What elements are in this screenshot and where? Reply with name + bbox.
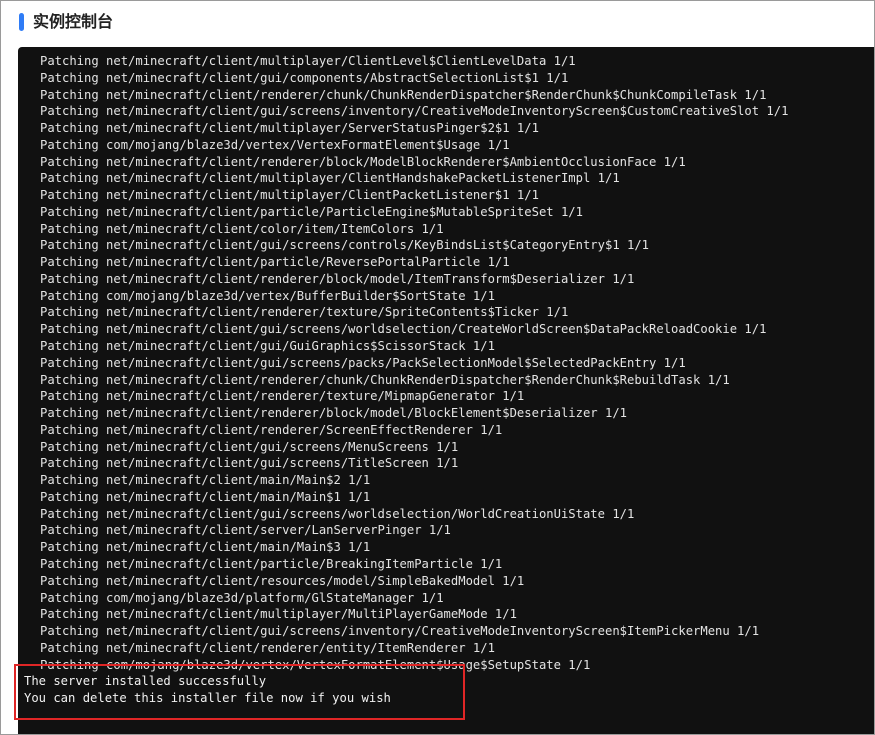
- console-line: Patching net/minecraft/client/multiplaye…: [40, 121, 539, 136]
- page-title: 实例控制台: [33, 12, 114, 31]
- console-line: Patching com/mojang/blaze3d/vertex/Verte…: [40, 137, 510, 152]
- console-line: Patching net/minecraft/client/multiplaye…: [40, 171, 620, 186]
- console-line: Patching net/minecraft/client/renderer/b…: [40, 154, 686, 169]
- console-line: Patching net/minecraft/client/renderer/b…: [40, 271, 635, 286]
- console-line: Patching net/minecraft/client/gui/compon…: [40, 70, 569, 85]
- console-line: Patching net/minecraft/client/multiplaye…: [40, 54, 576, 68]
- console-line: Patching com/mojang/blaze3d/vertex/Buffe…: [40, 288, 495, 303]
- console-line: Patching net/minecraft/client/gui/screen…: [40, 355, 686, 370]
- console-line: Patching net/minecraft/client/main/Main$…: [40, 489, 371, 504]
- console-line: Patching net/minecraft/client/gui/screen…: [40, 238, 650, 253]
- console-line: Patching net/minecraft/client/gui/screen…: [40, 624, 760, 639]
- console-line: Patching net/minecraft/client/color/item…: [40, 221, 444, 236]
- console-line: Patching net/minecraft/client/renderer/b…: [40, 406, 627, 421]
- console-line: Patching net/minecraft/client/server/Lan…: [40, 523, 451, 538]
- page-header: 实例控制台: [0, 0, 875, 44]
- console-line: Patching net/minecraft/client/gui/screen…: [40, 322, 767, 337]
- console-line: Patching net/minecraft/client/gui/screen…: [40, 439, 459, 454]
- console-line: Patching net/minecraft/client/renderer/c…: [40, 87, 767, 102]
- console-line: Patching net/minecraft/client/renderer/t…: [40, 389, 525, 404]
- console-log-list: Patching net/minecraft/client/multiplaye…: [40, 53, 788, 673]
- console-line: Patching net/minecraft/client/gui/screen…: [40, 506, 635, 521]
- console-line: Patching com/mojang/blaze3d/vertex/Verte…: [40, 657, 591, 672]
- console-line: Patching com/mojang/blaze3d/platform/GlS…: [40, 590, 444, 605]
- console-line: Patching net/minecraft/client/particle/B…: [40, 556, 503, 571]
- title-accent-bar: [19, 13, 24, 31]
- install-success-message: The server installed successfully: [24, 674, 267, 688]
- console-line: Patching net/minecraft/client/resources/…: [40, 573, 525, 588]
- console-output[interactable]: Patching net/minecraft/client/multiplaye…: [18, 47, 875, 735]
- console-line: Patching net/minecraft/client/renderer/t…: [40, 305, 569, 320]
- console-line: Patching net/minecraft/client/particle/R…: [40, 255, 510, 270]
- console-final-messages: The server installed successfully You can…: [24, 673, 391, 707]
- console-line: Patching net/minecraft/client/particle/P…: [40, 204, 583, 219]
- console-line: Patching net/minecraft/client/multiplaye…: [40, 188, 539, 203]
- console-line: Patching net/minecraft/client/multiplaye…: [40, 607, 517, 622]
- console-line: Patching net/minecraft/client/renderer/e…: [40, 640, 495, 655]
- console-line: Patching net/minecraft/client/renderer/S…: [40, 422, 503, 437]
- console-line: Patching net/minecraft/client/gui/screen…: [40, 456, 459, 471]
- console-line: Patching net/minecraft/client/main/Main$…: [40, 540, 371, 555]
- console-line: Patching net/minecraft/client/main/Main$…: [40, 473, 371, 488]
- console-line: Patching net/minecraft/client/gui/screen…: [40, 104, 789, 119]
- console-line: Patching net/minecraft/client/gui/GuiGra…: [40, 339, 495, 354]
- delete-installer-message: You can delete this installer file now i…: [24, 690, 391, 705]
- console-line: Patching net/minecraft/client/renderer/c…: [40, 372, 730, 387]
